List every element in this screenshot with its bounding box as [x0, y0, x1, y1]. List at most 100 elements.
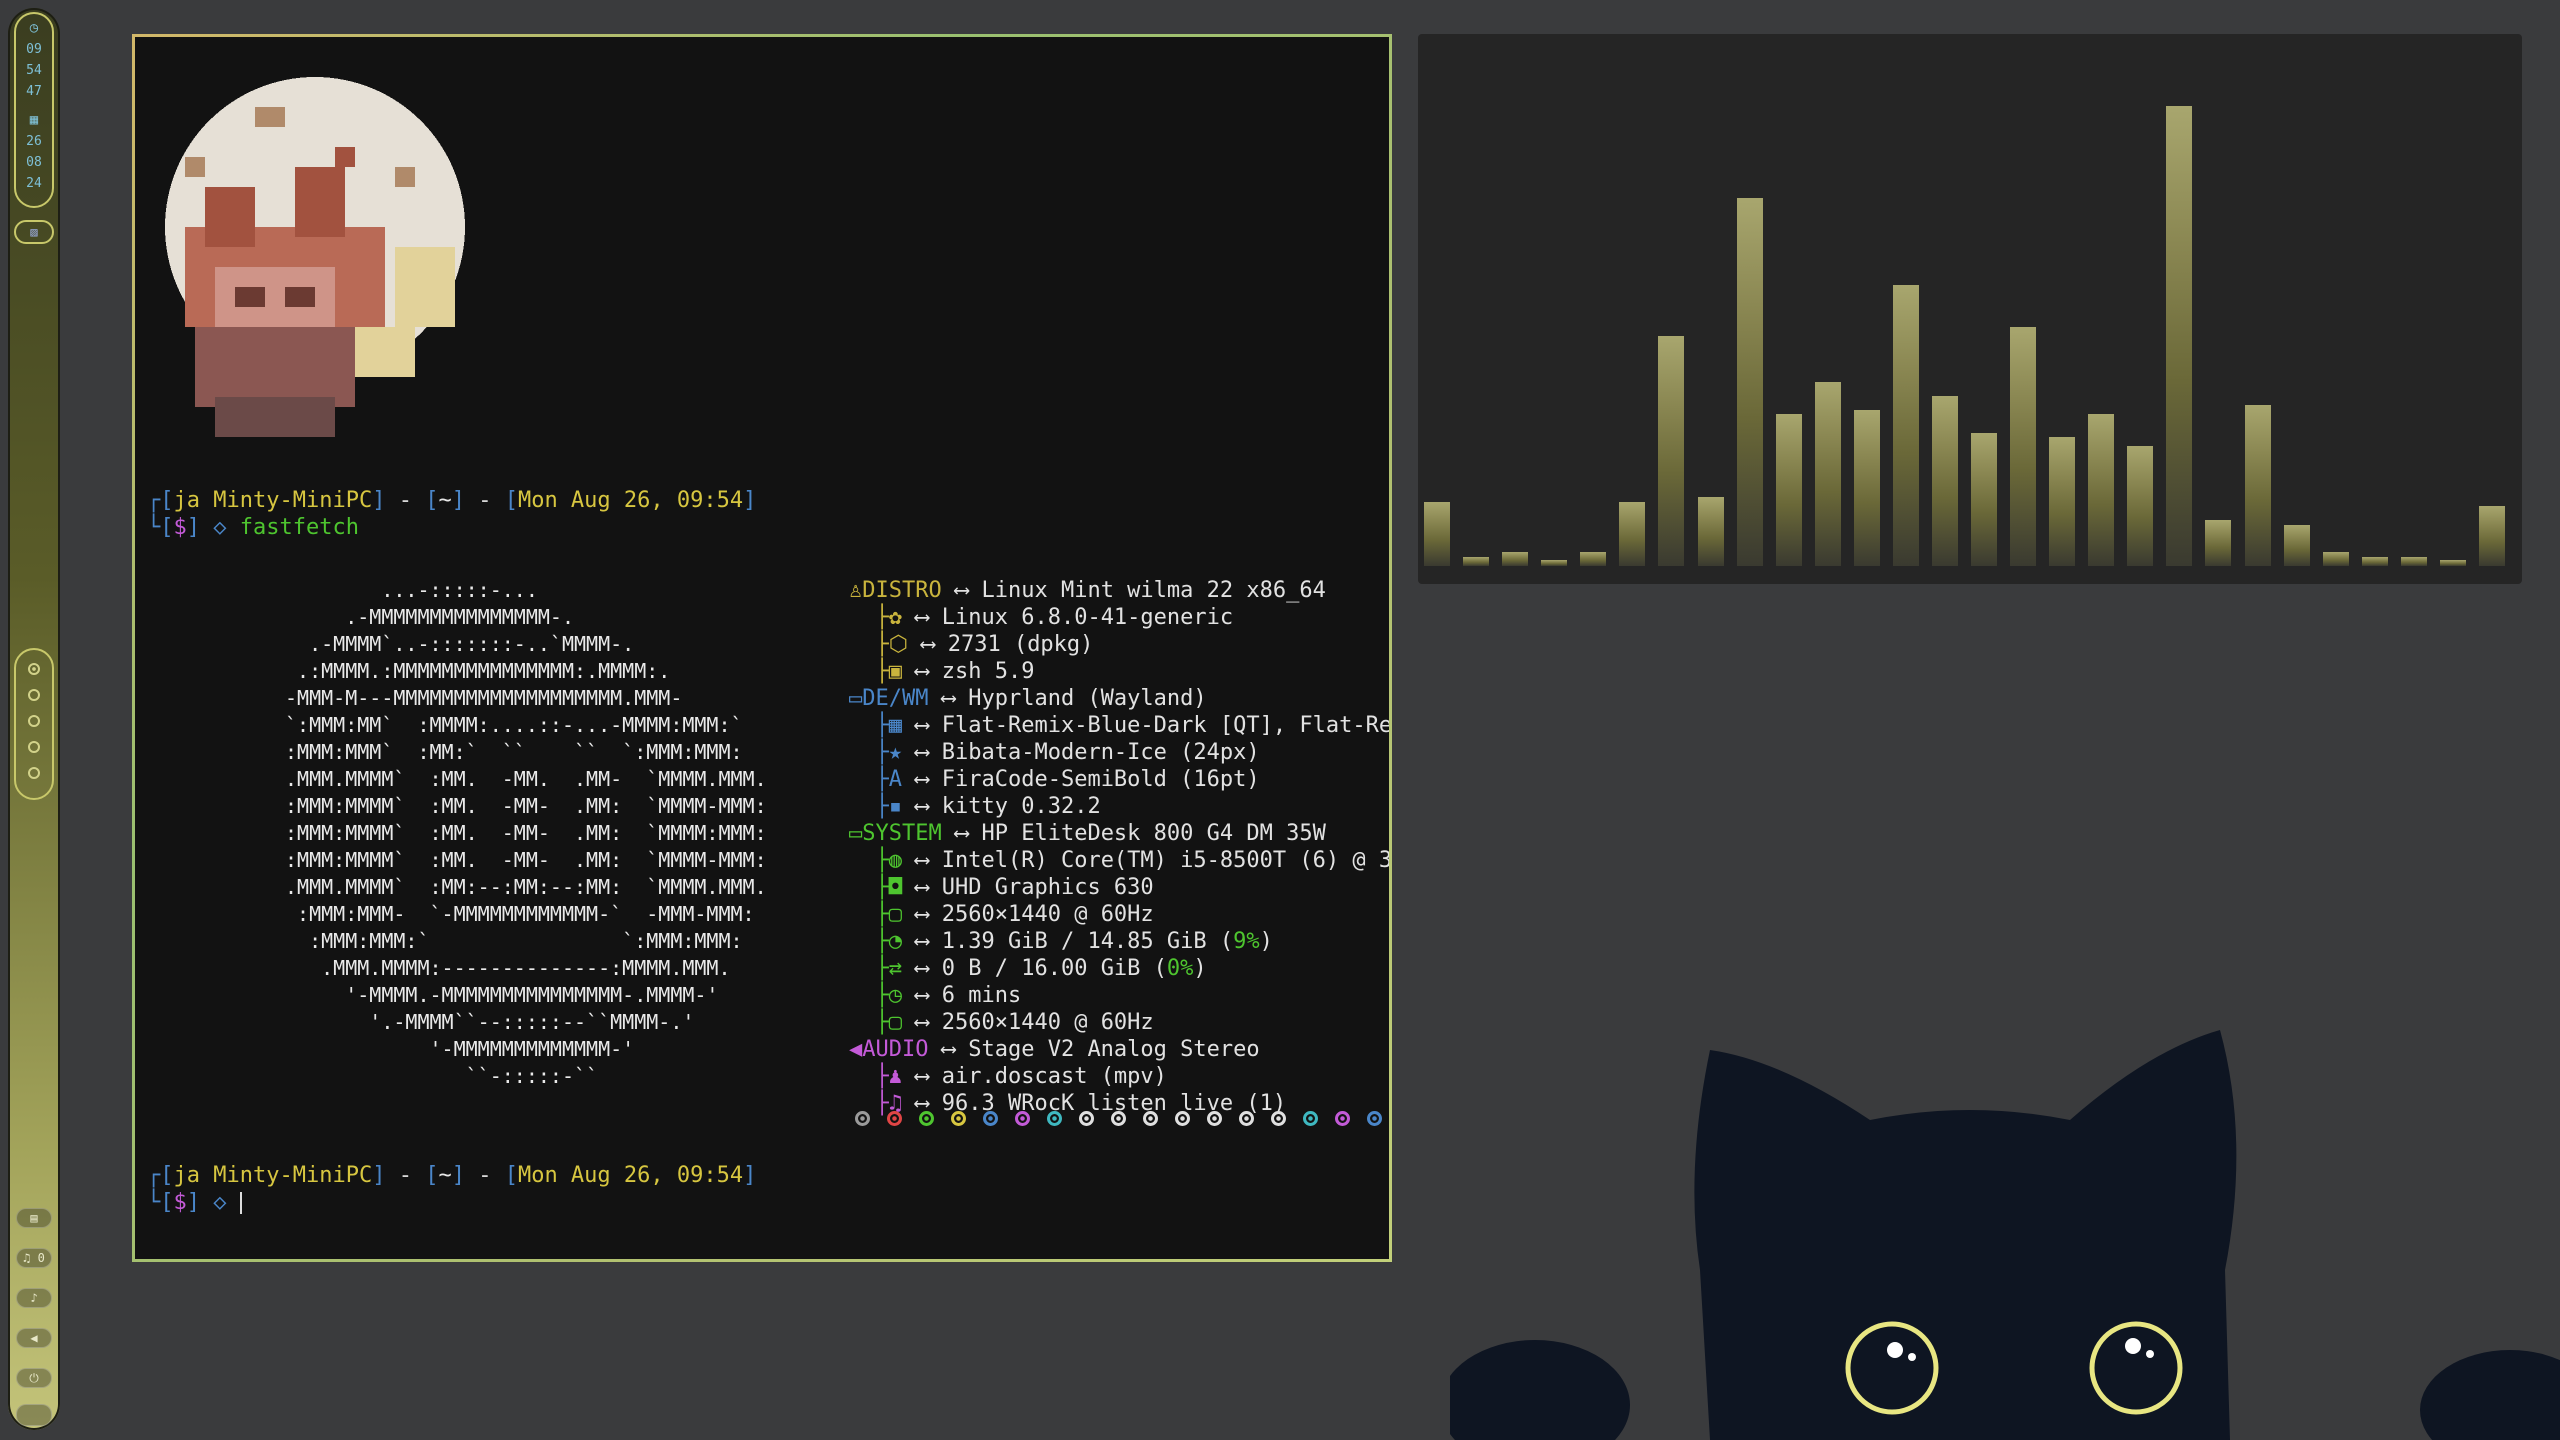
- logo-line: '.-MMMM``--:::::--``MMMM-.': [285, 1010, 695, 1034]
- command-line-1: └[$] ◇ fastfetch: [147, 515, 359, 540]
- bell-icon: ♫: [23, 1251, 31, 1265]
- info-value: Flat-Remix-Blue-Dark [QT], Flat-Remix-Bl…: [941, 713, 1392, 738]
- info-value: 2560×1440 @ 60Hz: [941, 1010, 1154, 1035]
- prompt-time: Mon Aug 26, 09:54: [517, 1163, 744, 1188]
- visualizer-bar: [1814, 382, 1841, 566]
- palette-swatch-icon: [1239, 1111, 1254, 1126]
- palette-swatch-icon: [983, 1111, 998, 1126]
- info-value: 6 mins: [941, 983, 1022, 1008]
- clock-minutes: 54: [26, 63, 42, 78]
- palette-swatch-icon: [1367, 1111, 1382, 1126]
- visualizer-bar: [1931, 395, 1958, 566]
- prompt-line-1: ┌[ja Minty-MiniPC] - [~] - [Mon Aug 26, …: [147, 488, 757, 513]
- logo-line: .MMM.MMMM` :MM. -MM. .MM- `MMMM.MMM.: [285, 767, 767, 791]
- workspace-1-dot[interactable]: [28, 663, 40, 675]
- info-value: Bibata-Modern-Ice (24px): [941, 740, 1260, 765]
- info-label: SYSTEM: [862, 821, 942, 846]
- visualizer-bar: [2361, 556, 2388, 566]
- visualizer-bar: [2088, 414, 2115, 566]
- prompt-dir: ~: [438, 488, 452, 513]
- launcher-button[interactable]: [16, 1404, 52, 1426]
- info-section-header: ◀AUDIO ⟷ Stage V2 Analog Stereo: [849, 1037, 1260, 1062]
- audio-visualizer: [1418, 34, 2522, 584]
- info-section-header: ▭DE/WM ⟷ Hyprland (Wayland): [849, 686, 1207, 711]
- command-line-2[interactable]: └[$] ◇: [147, 1189, 242, 1216]
- prompt-symbol: $: [173, 1190, 187, 1215]
- prompt-user: ja: [173, 1163, 201, 1188]
- workspace-3-dot[interactable]: [28, 715, 40, 727]
- speaker-icon: ◀: [849, 1037, 863, 1062]
- window-icon: ▭: [849, 686, 863, 711]
- info-value: Intel(R) Core(TM) i5-8500T (6) @ 3.50 GH…: [941, 848, 1392, 873]
- prompt-time: Mon Aug 26, 09:54: [517, 488, 744, 513]
- visualizer-bar: [1463, 556, 1490, 566]
- player-icon: ♟: [888, 1064, 902, 1089]
- info-row: ├▣ ⟷ zsh 5.9: [849, 659, 1035, 684]
- info-value: air.doscast (mpv): [941, 1064, 1167, 1089]
- info-value: 2731 (dpkg): [947, 632, 1094, 657]
- monitor-icon: ▢: [888, 1010, 902, 1035]
- notifications-button[interactable]: ♫ 0: [16, 1248, 52, 1268]
- info-row: ├◍ ⟷ Intel(R) Core(TM) i5-8500T (6) @ 3.…: [849, 847, 1392, 874]
- logo-line: .MMM.MMMM:--------------:MMMM.MMM.: [285, 956, 731, 980]
- black-cat-wallpaper: [1450, 1030, 2560, 1440]
- command-text: fastfetch: [239, 515, 359, 540]
- date-month: 08: [26, 155, 42, 170]
- gear-icon: ✿: [888, 605, 902, 630]
- visualizer-bar: [2010, 326, 2037, 566]
- terminal-window[interactable]: ┌[ja Minty-MiniPC] - [~] - [Mon Aug 26, …: [132, 34, 1392, 1262]
- logo-line: `:MMM:MM` :MMMM:....::-...-MMMM:MMM:`: [285, 713, 743, 737]
- volume-button[interactable]: ◀: [16, 1328, 52, 1348]
- memory-icon: ◔: [888, 929, 902, 954]
- workspace-switcher[interactable]: [14, 648, 54, 800]
- info-value: FiraCode-SemiBold (16pt): [941, 767, 1260, 792]
- palette-swatch-icon: [1335, 1111, 1350, 1126]
- logo-line: ``-:::::-``: [285, 1064, 599, 1088]
- logo-line: .-MMMM`..-:::::::-..`MMMM-.: [285, 632, 635, 656]
- info-value: Hyprland (Wayland): [968, 686, 1207, 711]
- info-row: ├✿ ⟷ Linux 6.8.0-41-generic: [849, 605, 1234, 630]
- workspace-4-dot[interactable]: [28, 741, 40, 753]
- info-row: ├A ⟷ FiraCode-SemiBold (16pt): [849, 767, 1260, 792]
- info-tail: ): [1259, 929, 1273, 954]
- visualizer-bar: [2244, 405, 2271, 566]
- prompt-line-2: ┌[ja Minty-MiniPC] - [~] - [Mon Aug 26, …: [147, 1163, 757, 1188]
- linux-icon: ♙: [849, 578, 863, 603]
- info-tail: ): [1193, 956, 1207, 981]
- logo-line: :MMM:MMMM` :MM. -MM- .MM: `MMMM-MMM:: [285, 794, 767, 818]
- clock-icon: ◷: [29, 20, 39, 36]
- prompt-arrow-icon: ◇: [213, 1190, 227, 1215]
- clock-hours: 09: [26, 42, 42, 57]
- clock-date-widget[interactable]: ◷ 09 54 47 ▦ 26 08 24: [14, 12, 54, 208]
- wallpaper-button[interactable]: ▨: [14, 220, 54, 244]
- palette-swatch-icon: [1207, 1111, 1222, 1126]
- visualizer-bar: [1775, 414, 1802, 566]
- workspace-5-dot[interactable]: [28, 767, 40, 779]
- info-row: ├◔ ⟷ 1.39 GiB / 14.85 GiB (9%): [849, 929, 1273, 954]
- logo-line: :MMM:MMMM` :MM. -MM- .MM: `MMMM:MMM:: [285, 821, 767, 845]
- info-value: zsh 5.9: [941, 659, 1035, 684]
- font-icon: A: [888, 767, 902, 792]
- info-value: Linux Mint wilma 22 x86_64: [981, 578, 1326, 603]
- palette-swatch-icon: [1303, 1111, 1318, 1126]
- visualizer-bar: [2127, 446, 2154, 566]
- visualizer-bar: [1580, 552, 1607, 566]
- power-icon: ⏻: [29, 1370, 39, 1385]
- power-button[interactable]: ⏻: [16, 1368, 52, 1388]
- microphone-button[interactable]: ♪: [16, 1288, 52, 1308]
- logo-line: .-MMMMMMMMMMMMMMM-.: [285, 605, 574, 629]
- logo-line: :MMM:MMM` :MM:` `` `` `:MMM:MMM:: [285, 740, 743, 764]
- prompt-host: Minty-MiniPC: [213, 488, 373, 513]
- screenshot-button[interactable]: ▤: [16, 1208, 52, 1228]
- palette-swatch-icon: [1079, 1111, 1094, 1126]
- visualizer-bar: [1736, 198, 1763, 566]
- info-value: Stage V2 Analog Stereo: [968, 1037, 1260, 1062]
- prompt-symbol: $: [173, 515, 187, 540]
- info-value: HP EliteDesk 800 G4 DM 35W: [981, 821, 1326, 846]
- palette-swatch-icon: [919, 1111, 934, 1126]
- clock-seconds: 47: [26, 84, 42, 99]
- palette-swatch-icon: [1111, 1111, 1126, 1126]
- workspace-2-dot[interactable]: [28, 689, 40, 701]
- visualizer-bar: [1658, 336, 1685, 566]
- terminal-icon: ▣: [888, 659, 902, 684]
